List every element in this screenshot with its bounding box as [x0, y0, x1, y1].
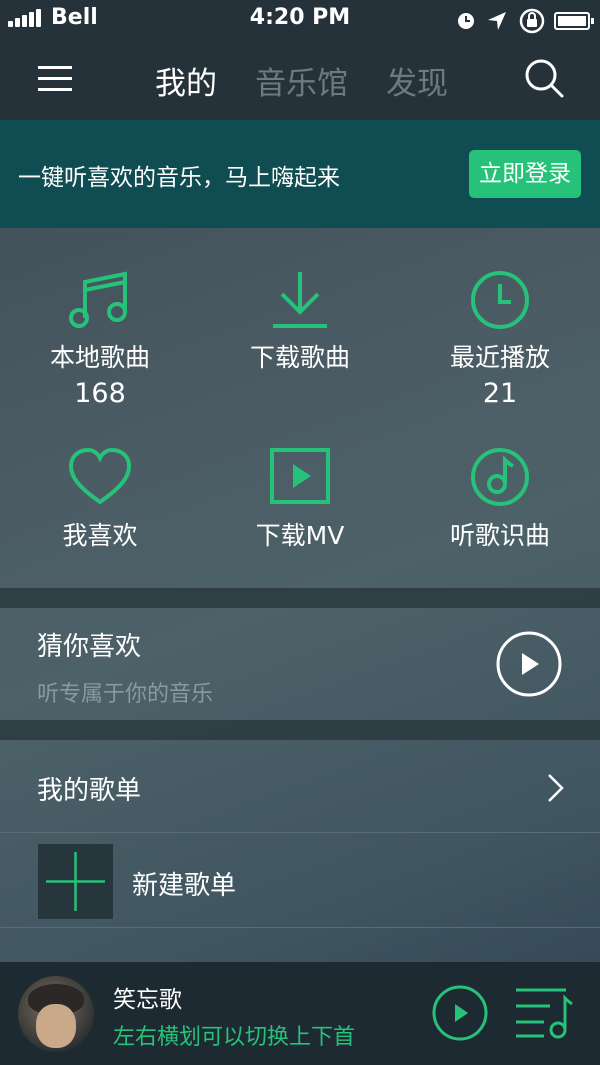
my-playlists-row[interactable]: 我的歌单 — [0, 740, 600, 833]
video-play-icon — [270, 448, 330, 504]
clock-icon — [471, 271, 529, 329]
shortcut-favorites[interactable]: 我喜欢 — [0, 446, 200, 552]
shortcut-count: 21 — [482, 378, 518, 409]
song-title: 笑忘歌 — [113, 987, 182, 1013]
album-art[interactable] — [18, 976, 94, 1052]
tab-mine[interactable]: 我的 — [155, 58, 217, 103]
swipe-hint: 左右横划可以切换上下首 — [113, 1025, 356, 1050]
banner-text: 一键听喜欢的音乐，马上嗨起来 — [18, 165, 340, 191]
menu-icon[interactable] — [38, 66, 72, 92]
plus-icon — [46, 852, 105, 911]
alarm-icon — [458, 13, 474, 29]
shortcut-local-songs[interactable]: 本地歌曲 168 — [0, 268, 200, 409]
playlist-queue-icon[interactable] — [514, 984, 574, 1042]
shortcut-label: 最近播放 — [449, 343, 550, 372]
status-icons — [456, 7, 594, 35]
my-playlists-label: 我的歌单 — [37, 776, 142, 806]
heart-icon — [68, 447, 132, 505]
rotation-lock-icon — [519, 8, 545, 34]
section-divider — [0, 720, 600, 740]
disc-note-icon — [471, 448, 529, 506]
play-icon[interactable] — [431, 984, 489, 1042]
login-button[interactable]: 立即登录 — [469, 150, 581, 198]
new-playlist-row[interactable]: 新建歌单 — [0, 834, 600, 928]
guess-title: 猜你喜欢 — [37, 632, 142, 662]
section-divider — [0, 588, 600, 608]
login-banner: 一键听喜欢的音乐，马上嗨起来 立即登录 — [0, 120, 600, 228]
status-bar: Bell 4:20 PM — [0, 0, 600, 36]
new-playlist-label: 新建歌单 — [132, 871, 237, 901]
shortcut-downloaded-songs[interactable]: 下载歌曲 — [200, 268, 400, 374]
search-icon[interactable] — [522, 56, 566, 100]
shortcut-label: 本地歌曲 — [49, 343, 150, 372]
play-icon[interactable] — [495, 630, 563, 698]
shortcut-download-mv[interactable]: 下载MV — [200, 446, 400, 552]
nav-tabs: 我的 音乐馆 发现 — [155, 58, 486, 103]
guess-you-like[interactable]: 猜你喜欢 听专属于你的音乐 — [0, 608, 600, 720]
tab-discover[interactable]: 发现 — [386, 58, 448, 103]
shortcut-label: 我喜欢 — [62, 521, 138, 550]
top-nav: 我的 音乐馆 发现 — [0, 36, 600, 120]
guess-subtitle: 听专属于你的音乐 — [37, 682, 214, 707]
download-icon — [273, 272, 327, 328]
tab-music-hall[interactable]: 音乐馆 — [255, 58, 348, 103]
shortcut-recent[interactable]: 最近播放 21 — [400, 268, 600, 409]
music-note-icon — [69, 271, 127, 328]
shortcut-label: 听歌识曲 — [449, 521, 550, 550]
battery-icon — [554, 12, 594, 30]
shortcut-label: 下载MV — [255, 521, 345, 550]
shortcut-label: 下载歌曲 — [249, 343, 350, 372]
shortcut-recognize-song[interactable]: 听歌识曲 — [400, 446, 600, 552]
add-playlist-thumb — [38, 844, 113, 919]
mini-player[interactable]: 笑忘歌 左右横划可以切换上下首 — [0, 962, 600, 1065]
shortcut-count: 168 — [74, 378, 126, 409]
chevron-right-icon — [548, 774, 564, 802]
shortcut-grid: 本地歌曲 168 下载歌曲 最近播放 21 我喜欢 下载MV 听歌识曲 — [0, 228, 600, 588]
location-icon — [488, 12, 506, 30]
